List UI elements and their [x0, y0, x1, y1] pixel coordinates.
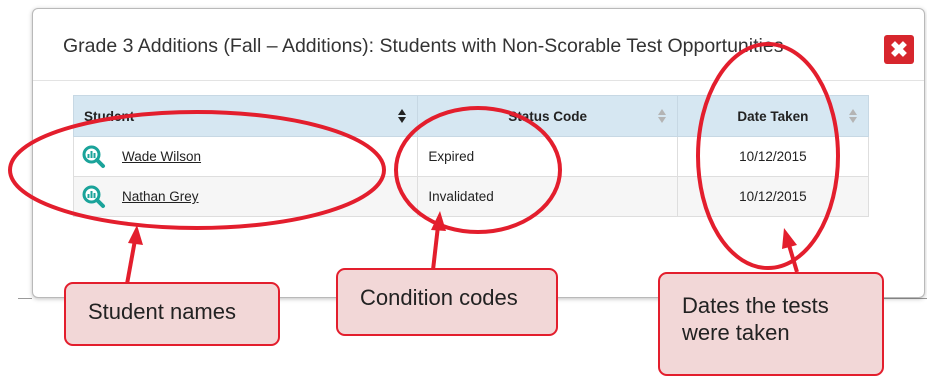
non-scorable-modal: Grade 3 Additions (Fall – Additions): St…	[32, 8, 925, 298]
callout-text: Condition codes	[360, 285, 518, 310]
close-button[interactable]: ✖	[884, 35, 914, 64]
table-header-row: Student Status Code Date Taken	[72, 95, 870, 137]
callout-text-line1: Dates the tests	[682, 293, 829, 318]
title-divider	[33, 80, 924, 81]
column-header-student[interactable]: Student	[72, 95, 419, 137]
callout-condition-codes: Condition codes	[336, 268, 558, 336]
callout-text-line2: were taken	[682, 320, 790, 345]
status-code-cell: Invalidated	[417, 176, 678, 217]
callout-text: Student names	[88, 299, 236, 324]
sort-arrows-icon[interactable]	[398, 109, 407, 123]
sort-arrows-icon[interactable]	[849, 109, 858, 123]
date-taken-cell: 10/12/2015	[676, 136, 870, 177]
date-taken-cell: 10/12/2015	[676, 176, 870, 217]
callout-dates-taken: Dates the tests were taken	[658, 272, 884, 376]
column-header-label: Status Code	[508, 108, 587, 124]
student-link[interactable]: Nathan Grey	[122, 189, 199, 204]
status-code-cell: Expired	[417, 136, 678, 177]
sort-arrows-icon[interactable]	[657, 109, 667, 123]
background-rule-right	[880, 298, 927, 299]
table-row: Wade Wilson Expired 10/12/2015	[72, 136, 870, 177]
background-rule-left	[18, 298, 32, 299]
magnifier-chart-icon[interactable]	[81, 184, 106, 209]
table-row: Nathan Grey Invalidated 10/12/2015	[72, 176, 870, 217]
students-table: Student Status Code Date Taken Wade Wils…	[72, 95, 870, 217]
column-header-label: Date Taken	[737, 108, 809, 124]
student-cell: Wade Wilson	[72, 136, 419, 177]
modal-title: Grade 3 Additions (Fall – Additions): St…	[63, 35, 784, 57]
column-header-date-taken[interactable]: Date Taken	[676, 95, 870, 137]
close-icon: ✖	[889, 37, 909, 62]
student-link[interactable]: Wade Wilson	[122, 149, 201, 164]
magnifier-chart-icon[interactable]	[81, 144, 106, 169]
column-header-status-code[interactable]: Status Code	[417, 95, 678, 137]
callout-student-names: Student names	[64, 282, 280, 346]
column-header-label: Student	[84, 108, 135, 124]
student-cell: Nathan Grey	[72, 176, 419, 217]
